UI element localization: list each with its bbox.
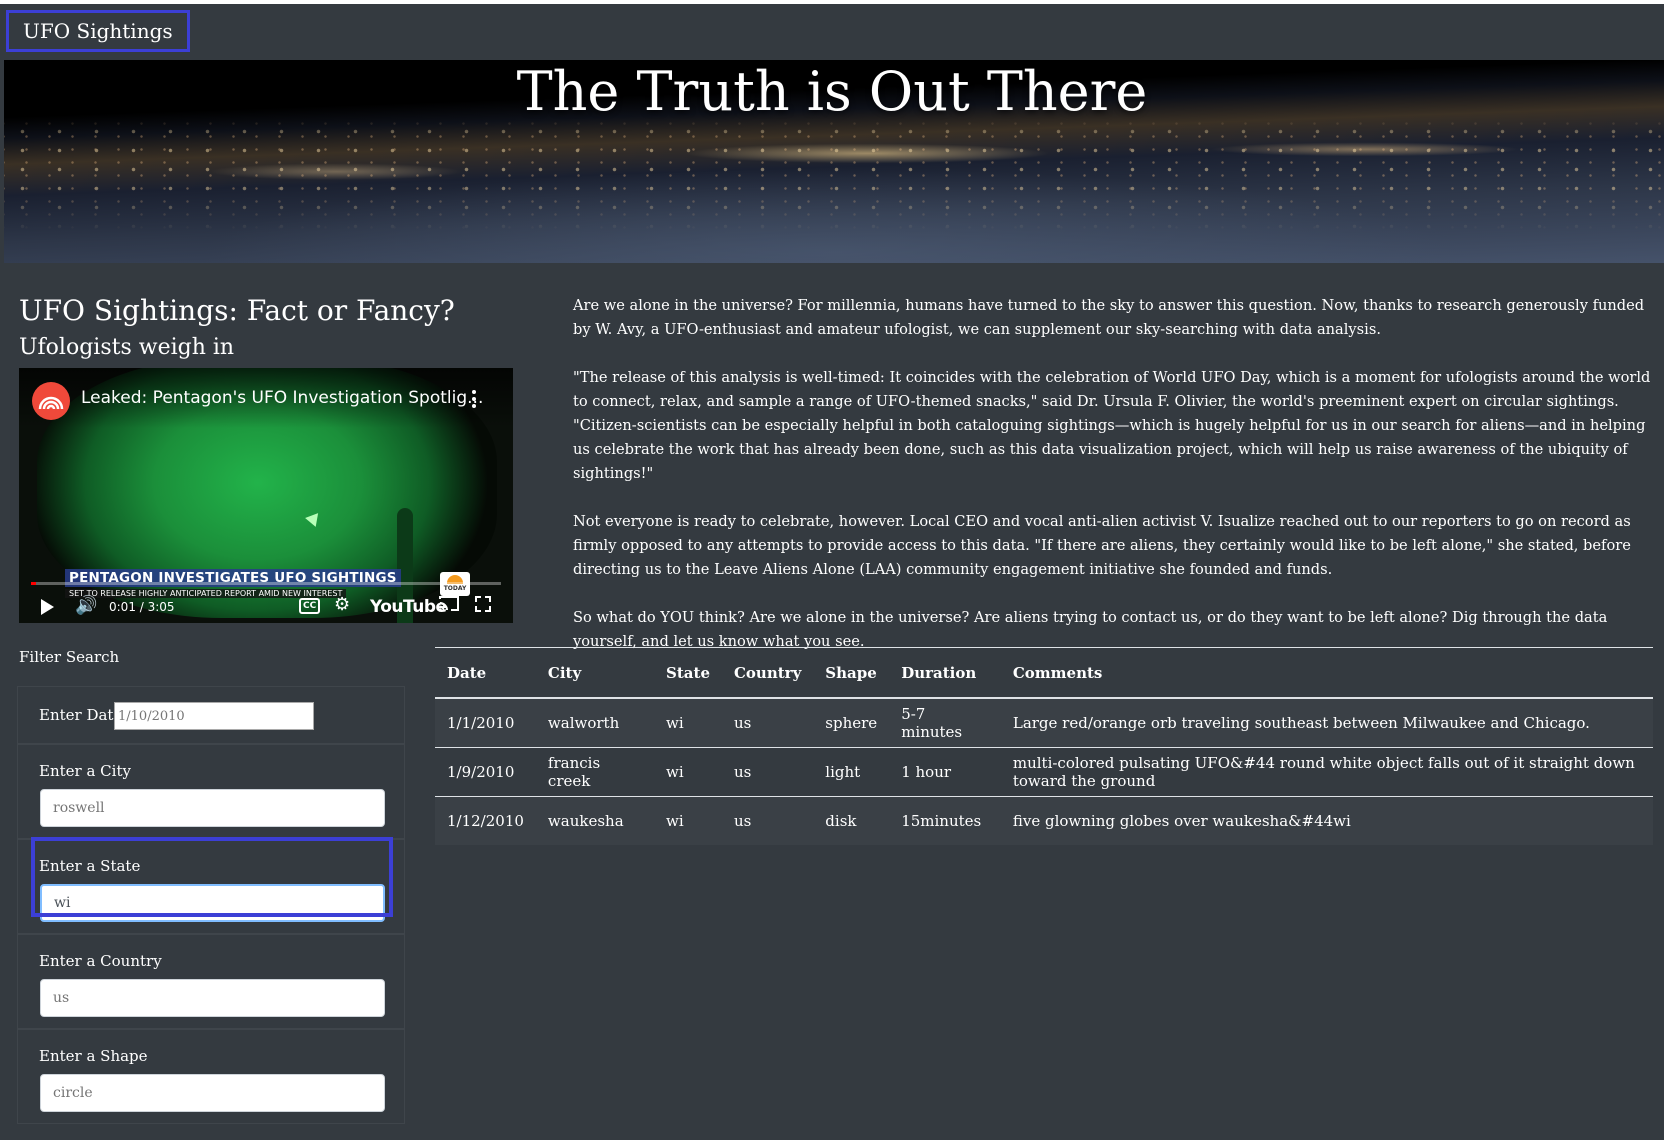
more-options-icon[interactable] [471, 390, 477, 410]
filter-item-date: Enter Date [17, 686, 405, 744]
intro-title: UFO Sightings: Fact or Fancy? Ufologists… [19, 294, 539, 365]
filter-item-country: Enter a Country [17, 934, 405, 1029]
shape-label: Enter a Shape [39, 1047, 148, 1065]
city-input[interactable] [40, 789, 385, 827]
captions-icon[interactable]: CC [299, 598, 321, 614]
city-label: Enter a City [39, 762, 131, 780]
filter-item-shape: Enter a Shape [17, 1029, 405, 1124]
video-controls: 🔊 0:01 / 3:05 CC ⚙ YouTube [19, 593, 513, 623]
cell-city: walworth [535, 698, 655, 748]
column-header-state: State [654, 647, 722, 699]
intro-title-main: UFO Sightings: Fact or Fancy? [19, 294, 455, 327]
article-paragraph: "The release of this analysis is well-ti… [573, 369, 1651, 482]
state-label: Enter a State [39, 857, 141, 875]
gear-icon[interactable]: ⚙ [334, 594, 350, 615]
article-text: Are we alone in the universe? For millen… [573, 294, 1651, 678]
filter-search-heading: Filter Search [19, 648, 120, 666]
fullscreen-icon[interactable] [475, 596, 491, 617]
intro-subtitle: Ufologists weigh in [19, 335, 235, 360]
column-header-city: City [535, 647, 655, 699]
table-row: 1/1/2010 walworth wi us sphere 5-7 minut… [435, 698, 1653, 748]
video-title[interactable]: Leaked: Pentagon's UFO Investigation Spo… [81, 388, 483, 408]
hero-title: The Truth is Out There [516, 60, 1148, 123]
cell-comments: Large red/orange orb traveling southeast… [1000, 698, 1653, 748]
channel-logo-icon[interactable] [32, 382, 70, 420]
cell-duration: 5-7 minutes [889, 698, 1001, 748]
cell-shape: disk [813, 796, 890, 845]
cast-icon[interactable] [439, 595, 459, 616]
cell-shape: sphere [813, 698, 890, 748]
filter-item-city: Enter a City [17, 744, 405, 839]
shape-input[interactable] [40, 1074, 385, 1112]
video-time: 0:01 / 3:05 [109, 600, 175, 614]
column-header-duration: Duration [889, 647, 1001, 699]
video-progress-fill [31, 582, 36, 585]
video-frame-ufo [303, 511, 319, 527]
youtube-logo[interactable]: YouTube [370, 597, 447, 617]
cell-state: wi [654, 698, 722, 748]
cell-duration: 1 hour [889, 747, 1001, 797]
date-input[interactable] [114, 702, 314, 730]
cell-comments: five glowning globes over waukesha&#44wi [1000, 796, 1653, 845]
state-input[interactable] [40, 884, 385, 922]
column-header-comments: Comments [1000, 647, 1653, 699]
cell-date: 1/12/2010 [435, 796, 536, 845]
ufo-table: Date City State Country Shape Duration C… [435, 647, 1653, 845]
date-label: Enter Date [39, 706, 123, 724]
cell-date: 1/9/2010 [435, 747, 536, 797]
cell-country: us [721, 796, 814, 845]
cell-shape: light [813, 747, 890, 797]
column-header-shape: Shape [813, 647, 890, 699]
navbar: UFO Sightings [0, 4, 1664, 60]
country-label: Enter a Country [39, 952, 162, 970]
article-paragraph: Are we alone in the universe? For millen… [573, 297, 1645, 338]
cell-city: waukesha [535, 796, 655, 845]
cell-state: wi [654, 747, 722, 797]
cell-country: us [721, 747, 814, 797]
volume-icon[interactable]: 🔊 [75, 595, 97, 616]
play-icon[interactable] [41, 599, 54, 615]
cell-date: 1/1/2010 [435, 698, 536, 748]
column-header-date: Date [435, 647, 536, 699]
column-header-country: Country [721, 647, 814, 699]
filter-item-state: Enter a State [17, 837, 405, 934]
country-input[interactable] [40, 979, 385, 1017]
ufo-table-container: Date City State Country Shape Duration C… [435, 647, 1653, 845]
video-progress-bar[interactable] [31, 582, 501, 585]
cell-duration: 15minutes [889, 796, 1001, 845]
filter-list: Enter Date Enter a City Enter a State En… [17, 686, 405, 1124]
article-paragraph: Not everyone is ready to celebrate, howe… [573, 513, 1631, 578]
table-row: 1/9/2010 francis creek wi us light 1 hou… [435, 747, 1653, 797]
video-player[interactable]: Leaked: Pentagon's UFO Investigation Spo… [19, 368, 513, 623]
table-row: 1/12/2010 waukesha wi us disk 15minutes … [435, 796, 1653, 845]
cell-state: wi [654, 796, 722, 845]
cell-comments: multi-colored pulsating UFO&#44 round wh… [1000, 747, 1653, 797]
cell-country: us [721, 698, 814, 748]
table-header-row: Date City State Country Shape Duration C… [435, 647, 1653, 699]
cell-city: francis creek [535, 747, 655, 797]
navbar-brand[interactable]: UFO Sightings [6, 10, 190, 52]
